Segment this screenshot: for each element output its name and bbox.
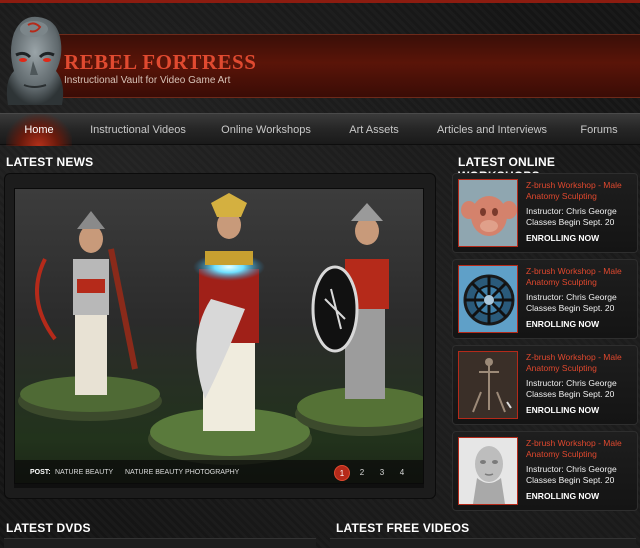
workshop-instructor: Instructor: Chris George Classes Begin S… [526,464,636,486]
logo-face-icon[interactable] [0,11,68,105]
instructor-text: Instructor: Chris George [526,464,617,474]
enroll-link[interactable]: ENROLLING NOW [526,491,599,501]
latest-news-heading: LATEST NEWS [6,155,94,169]
enroll-link[interactable]: ENROLLING NOW [526,319,599,329]
site-header: REBEL FORTRESS Instructional Vault for V… [0,3,640,105]
post-title[interactable]: NATURE BEAUTY PHOTOGRAPHY [125,469,239,476]
workshop-card[interactable]: Z-brush Workshop - Male Anatomy Sculptin… [452,173,638,253]
dvds-panel-top [4,538,316,548]
workshop-thumbnail[interactable] [458,437,518,505]
nav-item-forums[interactable]: Forums [572,114,626,146]
nav-item-art-assets[interactable]: Art Assets [338,114,410,146]
nav-item-home[interactable]: Home [6,114,72,146]
enroll-link[interactable]: ENROLLING NOW [526,405,599,415]
instructor-text: Instructor: Chris George [526,378,617,388]
news-slide-image[interactable] [14,188,424,484]
classes-text: Classes Begin Sept. 20 [526,389,615,399]
workshop-thumbnail[interactable] [458,265,518,333]
slider-page-4[interactable]: 4 [394,465,410,481]
classes-text: Classes Begin Sept. 20 [526,217,615,227]
workshop-instructor: Instructor: Chris George Classes Begin S… [526,378,636,400]
latest-free-videos-heading: LATEST FREE VIDEOS [336,521,470,535]
workshop-instructor: Instructor: Chris George Classes Begin S… [526,206,636,228]
instructor-text: Instructor: Chris George [526,206,617,216]
workshop-title[interactable]: Z-brush Workshop - Male Anatomy Sculptin… [526,438,636,460]
classes-text: Classes Begin Sept. 20 [526,303,615,313]
nav-item-online-workshops[interactable]: Online Workshops [214,114,318,146]
workshop-card[interactable]: Z-brush Workshop - Male Anatomy Sculptin… [452,259,638,339]
workshop-title[interactable]: Z-brush Workshop - Male Anatomy Sculptin… [526,266,636,288]
free-videos-panel-top [330,538,636,548]
workshop-card[interactable]: Z-brush Workshop - Male Anatomy Sculptin… [452,431,638,511]
slider-page-2[interactable]: 2 [354,465,370,481]
site-tagline: Instructional Vault for Video Game Art [64,75,231,86]
nav-item-instructional-videos[interactable]: Instructional Videos [84,114,192,146]
nav-item-articles-interviews[interactable]: Articles and Interviews [430,114,554,146]
latest-dvds-heading: LATEST DVDS [6,521,91,535]
slider-page-3[interactable]: 3 [374,465,390,481]
classes-text: Classes Begin Sept. 20 [526,475,615,485]
post-category[interactable]: NATURE BEAUTY [55,469,113,476]
workshop-thumbnail[interactable] [458,179,518,247]
workshop-thumbnail[interactable] [458,351,518,419]
enroll-link[interactable]: ENROLLING NOW [526,233,599,243]
instructor-text: Instructor: Chris George [526,292,617,302]
top-accent-line [0,0,640,3]
workshop-instructor: Instructor: Chris George Classes Begin S… [526,292,636,314]
workshop-title[interactable]: Z-brush Workshop - Male Anatomy Sculptin… [526,180,636,202]
site-title[interactable]: REBEL FORTRESS [64,50,256,75]
workshop-title[interactable]: Z-brush Workshop - Male Anatomy Sculptin… [526,352,636,374]
post-label: POST: [30,469,51,476]
slider-page-1[interactable]: 1 [334,465,350,481]
workshop-card[interactable]: Z-brush Workshop - Male Anatomy Sculptin… [452,345,638,425]
main-nav: Home Instructional Videos Online Worksho… [0,113,640,146]
